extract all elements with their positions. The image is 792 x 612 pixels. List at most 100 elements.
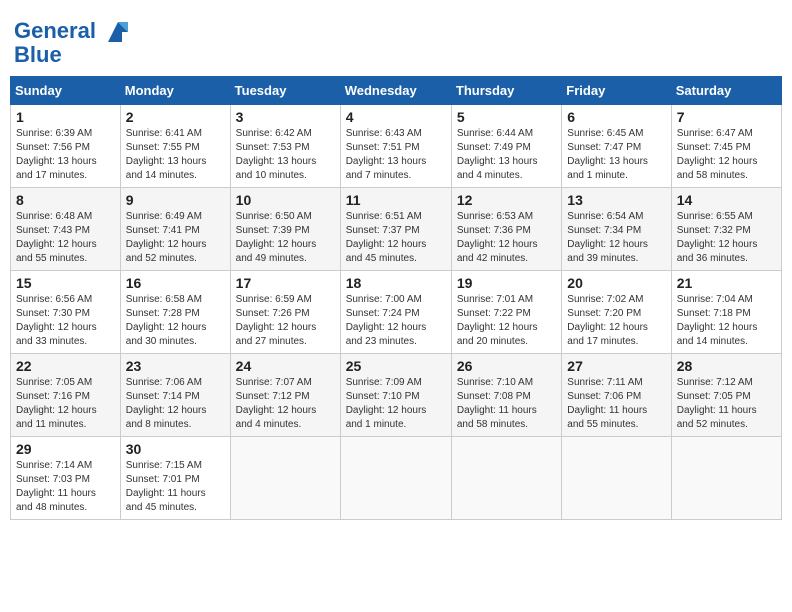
day-number: 23 (126, 358, 225, 374)
day-number: 22 (16, 358, 115, 374)
calendar-cell: 22 Sunrise: 7:05 AM Sunset: 7:16 PM Dayli… (11, 354, 121, 437)
calendar-cell: 25 Sunrise: 7:09 AM Sunset: 7:10 PM Dayli… (340, 354, 451, 437)
col-header-sunday: Sunday (11, 77, 121, 105)
day-number: 8 (16, 192, 115, 208)
day-number: 7 (677, 109, 776, 125)
calendar-cell: 7Sunrise: 6:47 AM Sunset: 7:45 PM Daylig… (671, 105, 781, 188)
day-info: Sunrise: 7:11 AM Sunset: 7:06 PM Dayligh… (567, 376, 665, 432)
day-number: 9 (126, 192, 225, 208)
calendar-cell: 9 Sunrise: 6:49 AM Sunset: 7:41 PM Daylig… (120, 188, 230, 271)
day-info: Sunrise: 6:50 AM Sunset: 7:39 PM Dayligh… (236, 210, 335, 266)
calendar-cell: 10 Sunrise: 6:50 AM Sunset: 7:39 PM Dayli… (230, 188, 340, 271)
day-info: Sunrise: 6:51 AM Sunset: 7:37 PM Dayligh… (346, 210, 446, 266)
calendar-week-5: 29 Sunrise: 7:14 AM Sunset: 7:03 PM Dayli… (11, 437, 782, 520)
calendar-cell: 19 Sunrise: 7:01 AM Sunset: 7:22 PM Dayli… (451, 271, 561, 354)
day-info: Sunrise: 6:44 AM Sunset: 7:49 PM Dayligh… (457, 127, 556, 183)
calendar-cell: 21 Sunrise: 7:04 AM Sunset: 7:18 PM Dayli… (671, 271, 781, 354)
calendar-cell: 4 Sunrise: 6:43 AM Sunset: 7:51 PM Daylig… (340, 105, 451, 188)
day-number: 6 (567, 109, 665, 125)
col-header-saturday: Saturday (671, 77, 781, 105)
calendar-cell: 27 Sunrise: 7:11 AM Sunset: 7:06 PM Dayli… (562, 354, 671, 437)
day-number: 27 (567, 358, 665, 374)
day-info: Sunrise: 6:49 AM Sunset: 7:41 PM Dayligh… (126, 210, 225, 266)
day-info: Sunrise: 6:59 AM Sunset: 7:26 PM Dayligh… (236, 293, 335, 349)
calendar-cell: 5 Sunrise: 6:44 AM Sunset: 7:49 PM Daylig… (451, 105, 561, 188)
day-info: Sunrise: 6:41 AM Sunset: 7:55 PM Dayligh… (126, 127, 225, 183)
calendar-cell: 18Sunrise: 7:00 AM Sunset: 7:24 PM Dayli… (340, 271, 451, 354)
day-number: 17 (236, 275, 335, 291)
calendar-cell (671, 437, 781, 520)
logo: General Blue (14, 18, 132, 68)
day-number: 4 (346, 109, 446, 125)
calendar-table: SundayMondayTuesdayWednesdayThursdayFrid… (10, 76, 782, 520)
day-number: 15 (16, 275, 115, 291)
col-header-friday: Friday (562, 77, 671, 105)
day-info: Sunrise: 7:07 AM Sunset: 7:12 PM Dayligh… (236, 376, 335, 432)
day-info: Sunrise: 7:02 AM Sunset: 7:20 PM Dayligh… (567, 293, 665, 349)
day-info: Sunrise: 7:01 AM Sunset: 7:22 PM Dayligh… (457, 293, 556, 349)
page-header: General Blue (10, 10, 782, 68)
col-header-monday: Monday (120, 77, 230, 105)
calendar-cell: 13 Sunrise: 6:54 AM Sunset: 7:34 PM Dayli… (562, 188, 671, 271)
day-number: 10 (236, 192, 335, 208)
day-info: Sunrise: 6:56 AM Sunset: 7:30 PM Dayligh… (16, 293, 115, 349)
day-info: Sunrise: 6:54 AM Sunset: 7:34 PM Dayligh… (567, 210, 665, 266)
calendar-cell: 26Sunrise: 7:10 AM Sunset: 7:08 PM Dayli… (451, 354, 561, 437)
day-number: 14 (677, 192, 776, 208)
day-number: 30 (126, 441, 225, 457)
col-header-tuesday: Tuesday (230, 77, 340, 105)
day-info: Sunrise: 7:09 AM Sunset: 7:10 PM Dayligh… (346, 376, 446, 432)
day-number: 5 (457, 109, 556, 125)
day-number: 1 (16, 109, 115, 125)
day-number: 29 (16, 441, 115, 457)
day-number: 3 (236, 109, 335, 125)
calendar-cell: 6Sunrise: 6:45 AM Sunset: 7:47 PM Daylig… (562, 105, 671, 188)
calendar-cell: 16Sunrise: 6:58 AM Sunset: 7:28 PM Dayli… (120, 271, 230, 354)
day-info: Sunrise: 6:39 AM Sunset: 7:56 PM Dayligh… (16, 127, 115, 183)
day-info: Sunrise: 6:42 AM Sunset: 7:53 PM Dayligh… (236, 127, 335, 183)
day-number: 13 (567, 192, 665, 208)
calendar-cell: 29 Sunrise: 7:14 AM Sunset: 7:03 PM Dayli… (11, 437, 121, 520)
day-info: Sunrise: 6:43 AM Sunset: 7:51 PM Dayligh… (346, 127, 446, 183)
day-info: Sunrise: 6:48 AM Sunset: 7:43 PM Dayligh… (16, 210, 115, 266)
day-number: 12 (457, 192, 556, 208)
day-number: 16 (126, 275, 225, 291)
day-number: 19 (457, 275, 556, 291)
day-number: 24 (236, 358, 335, 374)
calendar-cell (562, 437, 671, 520)
calendar-week-4: 22 Sunrise: 7:05 AM Sunset: 7:16 PM Dayli… (11, 354, 782, 437)
calendar-cell: 30 Sunrise: 7:15 AM Sunset: 7:01 PM Dayli… (120, 437, 230, 520)
calendar-week-3: 15 Sunrise: 6:56 AM Sunset: 7:30 PM Dayli… (11, 271, 782, 354)
day-info: Sunrise: 7:15 AM Sunset: 7:01 PM Dayligh… (126, 459, 225, 515)
calendar-cell: 20 Sunrise: 7:02 AM Sunset: 7:20 PM Dayli… (562, 271, 671, 354)
calendar-cell: 2 Sunrise: 6:41 AM Sunset: 7:55 PM Daylig… (120, 105, 230, 188)
day-info: Sunrise: 7:04 AM Sunset: 7:18 PM Dayligh… (677, 293, 776, 349)
calendar-cell (230, 437, 340, 520)
calendar-cell: 24 Sunrise: 7:07 AM Sunset: 7:12 PM Dayli… (230, 354, 340, 437)
calendar-cell: 23 Sunrise: 7:06 AM Sunset: 7:14 PM Dayli… (120, 354, 230, 437)
day-info: Sunrise: 6:53 AM Sunset: 7:36 PM Dayligh… (457, 210, 556, 266)
day-number: 25 (346, 358, 446, 374)
logo-icon (104, 18, 132, 46)
day-number: 21 (677, 275, 776, 291)
day-info: Sunrise: 7:12 AM Sunset: 7:05 PM Dayligh… (677, 376, 776, 432)
day-number: 28 (677, 358, 776, 374)
calendar-cell (340, 437, 451, 520)
calendar-cell: 12 Sunrise: 6:53 AM Sunset: 7:36 PM Dayli… (451, 188, 561, 271)
day-info: Sunrise: 7:06 AM Sunset: 7:14 PM Dayligh… (126, 376, 225, 432)
calendar-week-1: 1 Sunrise: 6:39 AM Sunset: 7:56 PM Daylig… (11, 105, 782, 188)
calendar-cell: 1 Sunrise: 6:39 AM Sunset: 7:56 PM Daylig… (11, 105, 121, 188)
calendar-cell: 8 Sunrise: 6:48 AM Sunset: 7:43 PM Daylig… (11, 188, 121, 271)
calendar-cell: 14 Sunrise: 6:55 AM Sunset: 7:32 PM Dayli… (671, 188, 781, 271)
day-number: 20 (567, 275, 665, 291)
day-number: 2 (126, 109, 225, 125)
calendar-cell: 11 Sunrise: 6:51 AM Sunset: 7:37 PM Dayli… (340, 188, 451, 271)
day-info: Sunrise: 7:14 AM Sunset: 7:03 PM Dayligh… (16, 459, 115, 515)
col-header-thursday: Thursday (451, 77, 561, 105)
day-number: 18 (346, 275, 446, 291)
day-number: 11 (346, 192, 446, 208)
day-info: Sunrise: 7:10 AM Sunset: 7:08 PM Dayligh… (457, 376, 556, 432)
day-info: Sunrise: 7:05 AM Sunset: 7:16 PM Dayligh… (16, 376, 115, 432)
calendar-cell: 28 Sunrise: 7:12 AM Sunset: 7:05 PM Dayli… (671, 354, 781, 437)
day-info: Sunrise: 6:55 AM Sunset: 7:32 PM Dayligh… (677, 210, 776, 266)
